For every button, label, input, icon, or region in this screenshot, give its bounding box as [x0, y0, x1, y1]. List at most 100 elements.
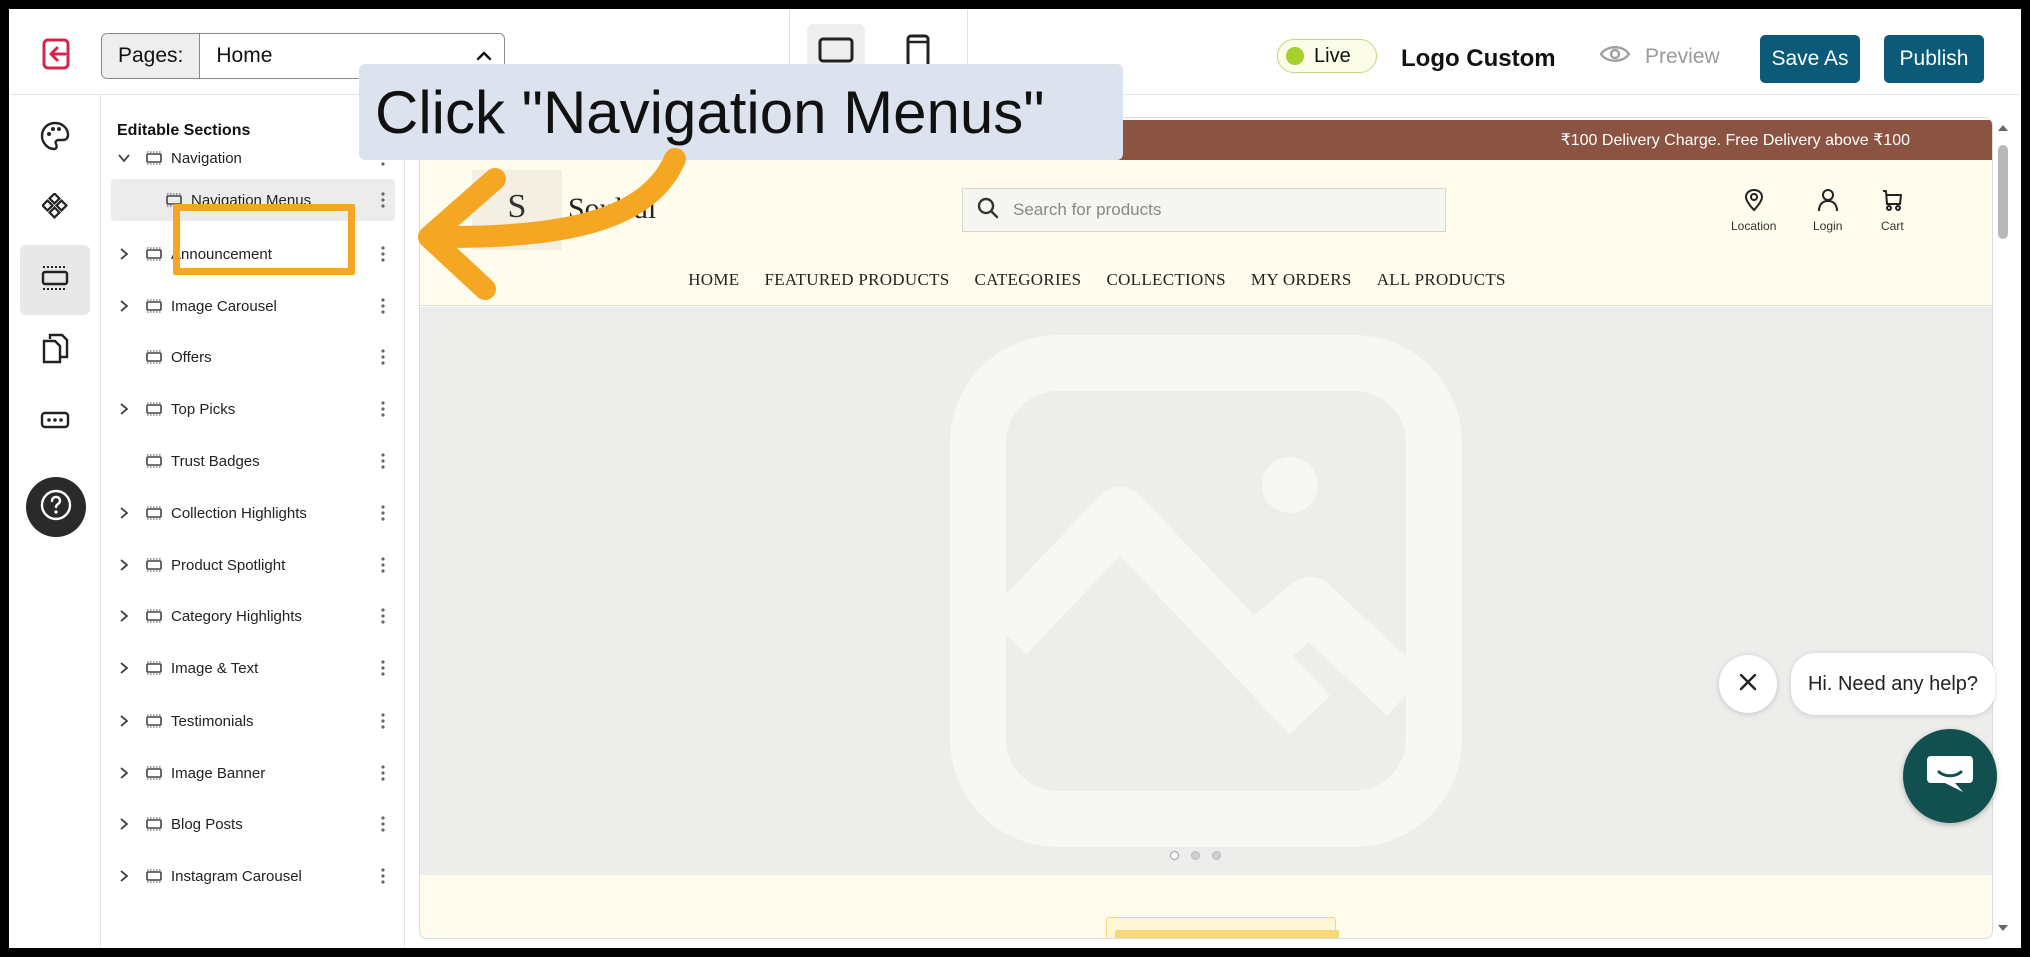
more-button[interactable]: [20, 387, 90, 457]
section-item-label: Category Highlights: [171, 607, 302, 625]
chevron-right-icon[interactable]: [111, 247, 137, 261]
more-vertical-icon[interactable]: [371, 453, 395, 469]
section-icon: [137, 609, 171, 623]
nav-link-my-orders[interactable]: MY ORDERS: [1251, 270, 1352, 290]
chevron-right-icon[interactable]: [111, 299, 137, 313]
section-icon: [137, 558, 171, 572]
section-item-offers[interactable]: Offers: [111, 336, 395, 378]
login-button[interactable]: Login: [1813, 188, 1842, 233]
section-icon: [137, 247, 171, 261]
chevron-right-icon[interactable]: [111, 661, 137, 675]
chat-launcher-button[interactable]: [1903, 729, 1997, 823]
section-item-top-picks[interactable]: Top Picks: [111, 388, 395, 430]
store-search-input[interactable]: Search for products: [962, 188, 1446, 232]
more-vertical-icon[interactable]: [371, 401, 395, 417]
nav-link-categories[interactable]: CATEGORIES: [975, 270, 1082, 290]
left-icon-rail: [9, 95, 101, 948]
section-item-blog-posts[interactable]: Blog Posts: [111, 803, 395, 845]
carousel-dot[interactable]: [1191, 851, 1200, 860]
chevron-right-icon[interactable]: [111, 817, 137, 831]
section-item-label: Offers: [171, 348, 212, 366]
components-button[interactable]: [20, 173, 90, 243]
section-icon: [137, 817, 171, 831]
sections-button[interactable]: [20, 245, 90, 315]
section-item-image-banner[interactable]: Image Banner: [111, 752, 395, 794]
theme-styles-button[interactable]: [20, 103, 90, 173]
chevron-right-icon[interactable]: [111, 766, 137, 780]
save-as-button[interactable]: Save As: [1760, 35, 1860, 83]
more-vertical-icon[interactable]: [371, 557, 395, 573]
preview-scrollbar[interactable]: [1994, 117, 2012, 939]
section-item-label: Image & Text: [171, 659, 259, 677]
section-item-label: Navigation: [171, 149, 242, 167]
publish-button[interactable]: Publish: [1884, 35, 1984, 83]
more-vertical-icon[interactable]: [371, 713, 395, 729]
section-item-product-spotlight[interactable]: Product Spotlight: [111, 544, 395, 586]
section-item-navigation[interactable]: Navigation: [111, 137, 395, 179]
more-icon: [40, 410, 70, 435]
scroll-thumb[interactable]: [1998, 145, 2008, 239]
preview-button[interactable]: Preview: [1599, 43, 1720, 71]
theme-name: Logo Custom: [1401, 45, 1556, 72]
section-item-testimonials[interactable]: Testimonials: [111, 700, 395, 742]
section-icon: [137, 506, 171, 520]
section-item-collection-highlights[interactable]: Collection Highlights: [111, 492, 395, 534]
nav-link-all-products[interactable]: ALL PRODUCTS: [1377, 270, 1506, 290]
chevron-down-icon[interactable]: [111, 153, 137, 163]
preview-label: Preview: [1645, 45, 1720, 68]
offer-card[interactable]: Get 15% off: [1106, 917, 1339, 938]
section-item-image-and-text[interactable]: Image & Text: [111, 647, 395, 689]
section-item-label: Collection Highlights: [171, 504, 307, 522]
more-vertical-icon[interactable]: [371, 505, 395, 521]
chat-bubble-icon: [1925, 752, 1975, 801]
section-item-label: Testimonials: [171, 712, 254, 730]
login-icon: [1817, 188, 1839, 217]
image-placeholder-icon: [950, 335, 1462, 852]
chevron-right-icon[interactable]: [111, 869, 137, 883]
more-vertical-icon[interactable]: [371, 868, 395, 884]
more-vertical-icon[interactable]: [371, 608, 395, 624]
offer-chip: Get 15% off: [1115, 930, 1339, 938]
chat-close-button[interactable]: [1719, 655, 1777, 713]
cart-button[interactable]: Cart: [1881, 188, 1904, 233]
cart-label: Cart: [1881, 219, 1904, 233]
pages-icon: [41, 332, 69, 369]
chat-prompt[interactable]: Hi. Need any help?: [1791, 653, 1995, 715]
section-item-image-carousel[interactable]: Image Carousel: [111, 285, 395, 327]
image-carousel[interactable]: [420, 307, 1992, 875]
offers-section: Get 15% off: [420, 875, 1992, 938]
chevron-right-icon[interactable]: [111, 506, 137, 520]
nav-link-featured-products[interactable]: FEATURED PRODUCTS: [764, 270, 949, 290]
palette-icon: [39, 120, 71, 157]
live-dot-icon: [1286, 47, 1304, 65]
section-item-label: Image Carousel: [171, 297, 277, 315]
more-vertical-icon[interactable]: [371, 816, 395, 832]
section-item-trust-badges[interactable]: Trust Badges: [111, 440, 395, 482]
chevron-right-icon[interactable]: [111, 402, 137, 416]
pages-button[interactable]: [20, 315, 90, 385]
chevron-right-icon[interactable]: [111, 609, 137, 623]
chevron-right-icon[interactable]: [111, 714, 137, 728]
more-vertical-icon[interactable]: [371, 349, 395, 365]
exit-icon[interactable]: [41, 37, 75, 71]
section-item-label: Trust Badges: [171, 452, 260, 470]
more-vertical-icon[interactable]: [371, 246, 395, 262]
login-label: Login: [1813, 219, 1843, 233]
more-vertical-icon[interactable]: [371, 660, 395, 676]
section-item-category-highlights[interactable]: Category Highlights: [111, 595, 395, 637]
help-icon: [39, 488, 73, 527]
carousel-dot[interactable]: [1170, 851, 1179, 860]
eye-icon: [1599, 43, 1631, 71]
help-button[interactable]: [26, 477, 86, 537]
chevron-right-icon[interactable]: [111, 558, 137, 572]
search-placeholder: Search for products: [1013, 200, 1162, 219]
more-vertical-icon[interactable]: [371, 765, 395, 781]
more-vertical-icon[interactable]: [371, 298, 395, 314]
location-button[interactable]: Location: [1731, 188, 1776, 233]
carousel-dot[interactable]: [1212, 851, 1221, 860]
nav-link-collections[interactable]: COLLECTIONS: [1106, 270, 1225, 290]
more-vertical-icon[interactable]: [371, 192, 395, 208]
close-icon: [1739, 673, 1757, 696]
section-item-instagram-carousel[interactable]: Instagram Carousel: [111, 855, 395, 897]
section-item-label: Product Spotlight: [171, 556, 286, 574]
